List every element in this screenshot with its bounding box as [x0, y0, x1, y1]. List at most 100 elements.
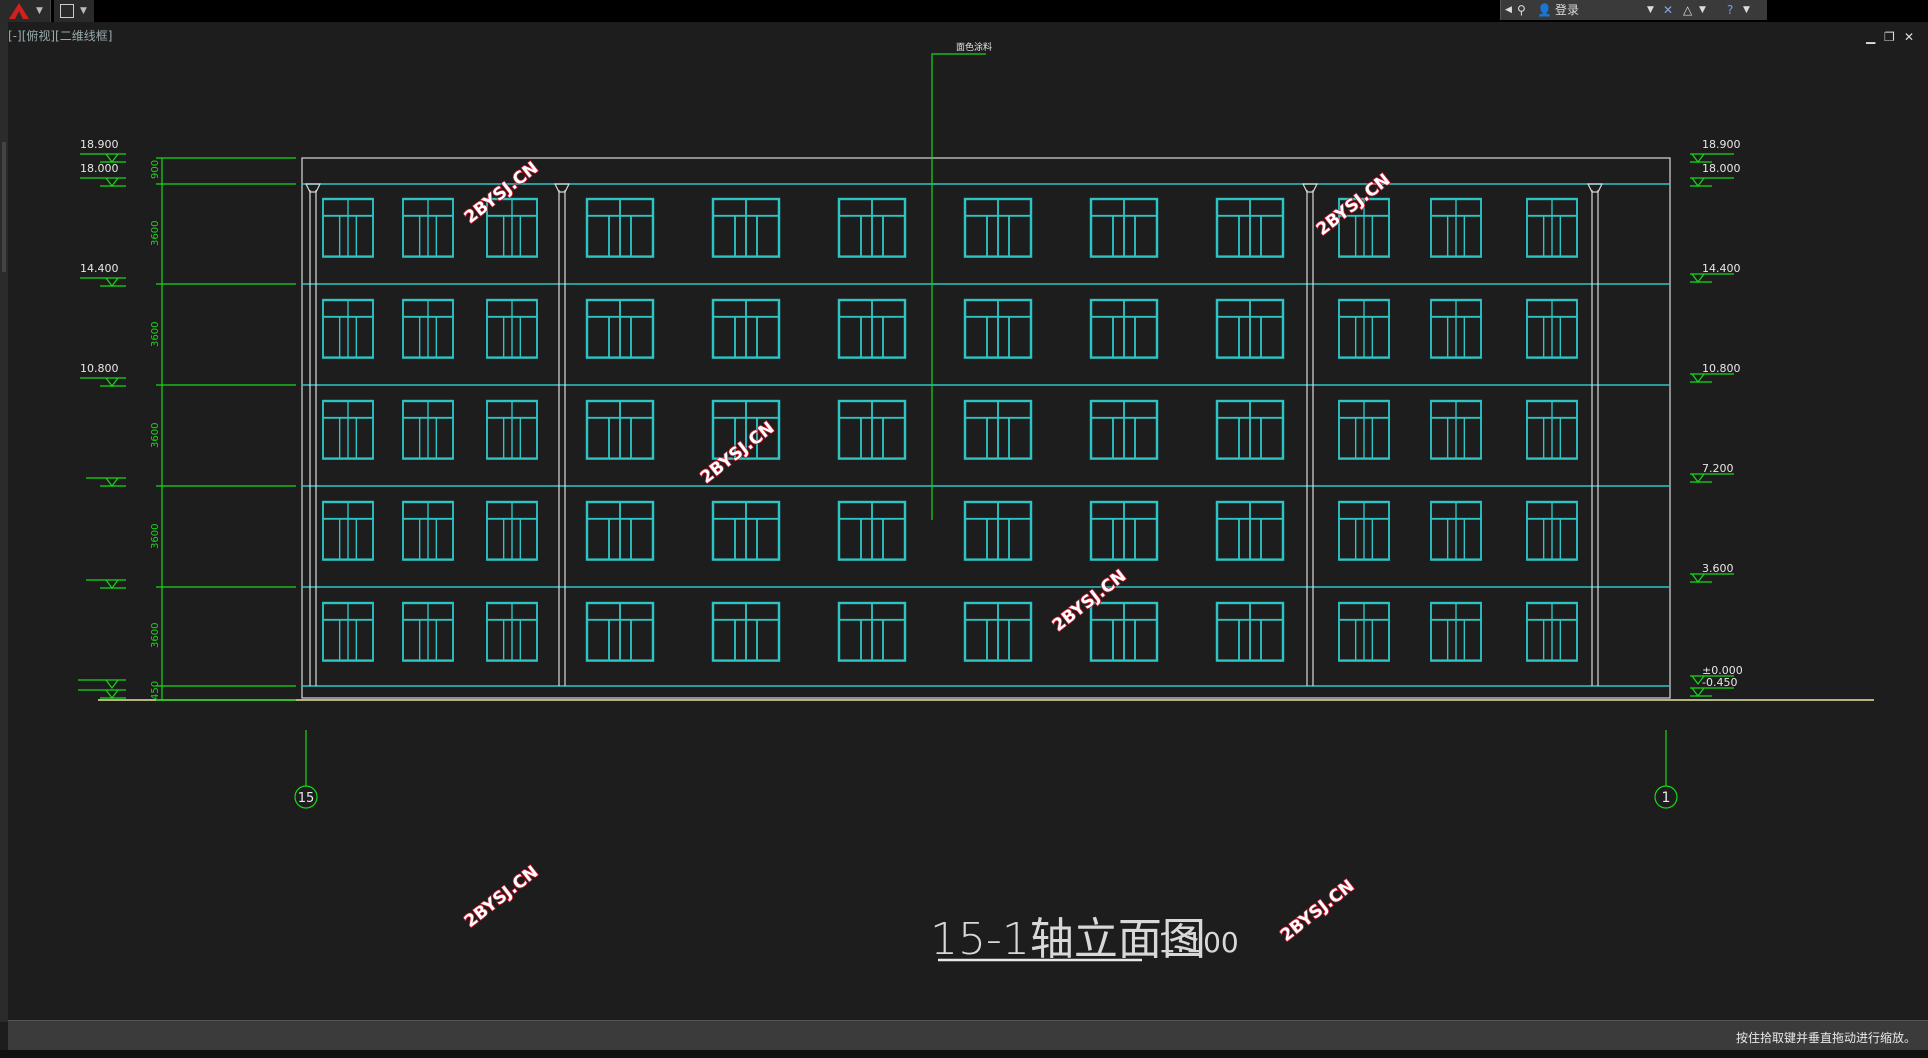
info-center: ◀ ⚲ 👤 登录 ▼ ✕ △ ▼ ? ▼ — [1500, 0, 1767, 20]
elevation-text: -0.450 — [1702, 676, 1737, 689]
a360-icon[interactable]: △ — [1683, 2, 1692, 18]
drawing-title: 15-1轴立面图 1:100 — [930, 914, 1239, 965]
window — [401, 399, 455, 460]
quick-access-toolbar[interactable]: ▼ — [54, 0, 94, 22]
window — [711, 601, 781, 662]
window — [1089, 298, 1159, 359]
watermark-text: 2BYSJ.CN — [1313, 170, 1395, 240]
window — [1525, 500, 1579, 561]
elevation-text: 7.200 — [1702, 462, 1734, 475]
chevron-down-icon[interactable]: ▼ — [1699, 2, 1706, 18]
window — [1429, 298, 1483, 359]
window — [963, 500, 1033, 561]
window — [1525, 298, 1579, 359]
window — [585, 500, 655, 561]
window — [1215, 298, 1285, 359]
window — [837, 399, 907, 460]
chevron-down-icon: ▼ — [36, 6, 43, 16]
elevation-text: 14.400 — [1702, 262, 1741, 275]
dim-text: 3600 — [150, 524, 161, 549]
bottom-strip — [0, 1050, 1928, 1058]
window — [401, 298, 455, 359]
window — [585, 601, 655, 662]
window — [321, 399, 375, 460]
user-icon[interactable]: 👤 — [1537, 2, 1552, 18]
elevation-text: 18.000 — [80, 162, 119, 175]
window — [1337, 500, 1391, 561]
left-elevation-texts: 18.900 18.000 14.400 10.800 — [80, 138, 119, 375]
axis-label: 15 — [298, 791, 315, 806]
chevron-down-icon[interactable]: ▼ — [1743, 2, 1750, 18]
help-icon[interactable]: ? — [1727, 2, 1733, 18]
window — [1429, 500, 1483, 561]
window — [1429, 399, 1483, 460]
building-elevation — [98, 157, 1874, 701]
binoculars-icon[interactable]: ⚲ — [1517, 2, 1526, 18]
window — [837, 298, 907, 359]
exchange-icon[interactable]: ✕ — [1663, 2, 1673, 18]
window — [1215, 197, 1285, 258]
window — [963, 601, 1033, 662]
title-bar: ▼ ▼ ◀ ⚲ 👤 登录 ▼ ✕ △ ▼ ? ▼ — [0, 0, 1928, 22]
downpipes — [305, 183, 1603, 686]
window — [585, 197, 655, 258]
watermark-text: 2BYSJ.CN — [461, 158, 543, 228]
axis-marker-left: 15 — [294, 730, 318, 809]
window — [485, 601, 539, 662]
window — [485, 298, 539, 359]
window — [1525, 601, 1579, 662]
window — [485, 500, 539, 561]
window — [1429, 197, 1483, 258]
window — [1525, 399, 1579, 460]
window — [1337, 601, 1391, 662]
watermark-text: 2BYSJ.CN — [697, 418, 779, 488]
window — [1429, 601, 1483, 662]
window — [837, 601, 907, 662]
elevation-text: 10.800 — [80, 362, 119, 375]
watermark-text: 2BYSJ.CN — [461, 862, 543, 932]
dim-text: 3600 — [150, 623, 161, 648]
window — [963, 399, 1033, 460]
save-icon[interactable] — [60, 4, 74, 18]
dim-text: 900 — [150, 160, 161, 179]
left-elevation-markers — [78, 153, 126, 699]
elevation-text: 10.800 — [1702, 362, 1741, 375]
window — [1215, 601, 1285, 662]
material-leader: 面色涂料 — [931, 41, 992, 520]
window — [1089, 500, 1159, 561]
window — [401, 601, 455, 662]
window — [321, 197, 375, 258]
window — [963, 298, 1033, 359]
dim-text: 3600 — [150, 221, 161, 246]
left-dimension-texts: 900 3600 3600 3600 3600 3600 450 — [150, 160, 161, 700]
right-elevation-texts: 18.900 18.000 14.400 10.800 7.200 3.600 … — [1702, 138, 1743, 689]
chevron-down-icon[interactable]: ▼ — [1647, 2, 1654, 18]
watermark-text: 2BYSJ.CN — [1049, 566, 1131, 636]
window — [1525, 197, 1579, 258]
window — [837, 500, 907, 561]
window — [321, 601, 375, 662]
elevation-text: 14.400 — [80, 262, 119, 275]
window — [1337, 399, 1391, 460]
login-label[interactable]: 登录 — [1555, 2, 1579, 18]
autocad-logo-icon — [9, 3, 29, 19]
window — [963, 197, 1033, 258]
application-menu-button[interactable]: ▼ — [0, 0, 51, 22]
elevation-text: 18.000 — [1702, 162, 1741, 175]
watermarks: 2BYSJ.CN 2BYSJ.CN 2BYSJ.CN 2BYSJ.CN 2BYS… — [460, 157, 1395, 946]
window — [1337, 298, 1391, 359]
elevation-text: 18.900 — [1702, 138, 1741, 151]
window — [585, 399, 655, 460]
drawing-canvas[interactable]: 面色涂料 900 3600 3600 3600 3600 3600 450 18… — [8, 22, 1920, 1018]
dim-text: 3600 — [150, 322, 161, 347]
elevation-text: 18.900 — [80, 138, 119, 151]
elevation-text: 3.600 — [1702, 562, 1734, 575]
window — [711, 500, 781, 561]
window — [321, 500, 375, 561]
chevron-left-icon[interactable]: ◀ — [1505, 2, 1512, 18]
drawing-scale-text: 1:100 — [1158, 926, 1239, 959]
leader-note-text: 面色涂料 — [956, 41, 992, 53]
window — [401, 197, 455, 258]
watermark-text: 2BYSJ.CN — [1277, 876, 1359, 946]
chevron-down-icon[interactable]: ▼ — [80, 6, 87, 16]
